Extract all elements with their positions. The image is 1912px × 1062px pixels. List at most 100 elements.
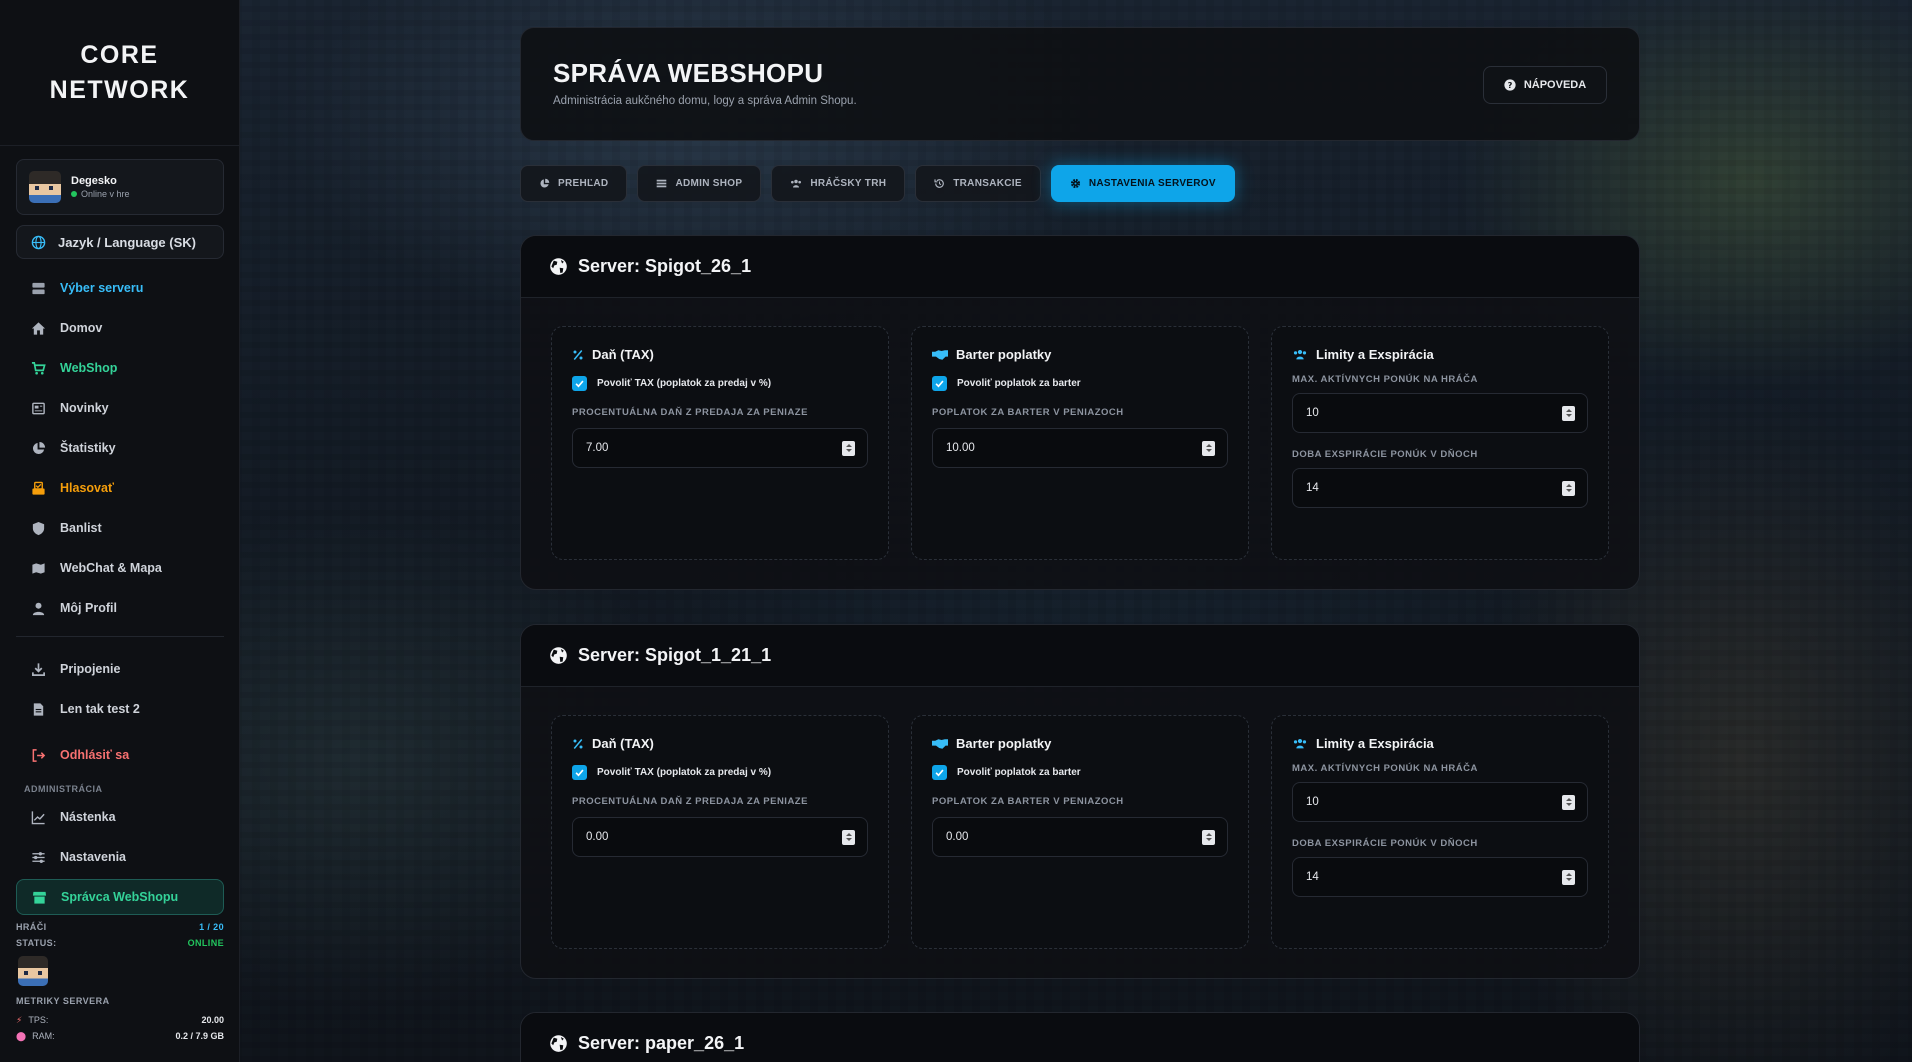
player-head-avatar[interactable] [18, 956, 48, 986]
user-name: Degesko [71, 175, 117, 187]
globe-icon [31, 235, 46, 250]
number-spinner-icon[interactable] [1562, 869, 1575, 885]
sidebar-item-stats[interactable]: Štatistiky [16, 428, 224, 468]
users-icon [790, 178, 802, 189]
server-icon [30, 280, 46, 296]
brain-icon: ⬤ [16, 1030, 27, 1041]
barter-enable-checkbox[interactable] [932, 376, 947, 391]
number-spinner-icon[interactable] [1562, 405, 1575, 421]
sidebar-item-test[interactable]: Len tak test 2 [16, 689, 224, 729]
home-icon [30, 320, 46, 336]
download-icon [30, 661, 46, 677]
sidebar-item-webshop-admin[interactable]: Správca WebShopu [16, 879, 224, 915]
sidebar-item-banlist[interactable]: Banlist [16, 508, 224, 548]
number-spinner-icon[interactable] [1562, 794, 1575, 810]
tax-percent-label: PROCENTUÁLNA DAŇ Z PREDAJA ZA PENIAZE [572, 796, 808, 807]
expiry-days-label: DOBA EXSPIRÁCIE PONÚK V DŇOCH [1292, 449, 1478, 460]
barter-fee-input[interactable]: 10.00 [932, 428, 1228, 468]
page-header: SPRÁVA WEBSHOPU Administrácia aukčného d… [520, 27, 1640, 141]
sidebar-item-vote[interactable]: Hlasovať [16, 468, 224, 508]
globe-icon [549, 646, 568, 665]
admin-section-label: ADMINISTRÁCIA [24, 784, 103, 794]
number-spinner-icon[interactable] [1562, 480, 1575, 496]
sidebar-item-logout[interactable]: Odhlásiť sa [16, 735, 224, 775]
sidebar-item-dashboard[interactable]: Nástenka [16, 797, 224, 837]
globe-icon [549, 257, 568, 276]
help-button[interactable]: ? NÁPOVEDA [1483, 66, 1607, 104]
server-card-header: Server: paper_26_1 [521, 1013, 1639, 1062]
tax-percent-input[interactable]: 0.00 [572, 817, 868, 857]
tab-transactions[interactable]: TRANSAKCIE [915, 165, 1041, 202]
server-title: Server: paper_26_1 [578, 1033, 745, 1053]
ram-metric: ⬤ RAM: 0.2 / 7.9 GB [16, 1030, 224, 1042]
tax-enable-checkbox[interactable] [572, 376, 587, 391]
handshake-icon [932, 349, 948, 361]
metrics-title: METRIKY SERVERA [16, 996, 110, 1006]
server-card: Server: Spigot_26_1 Daň (TAX) Povoliť TA… [520, 235, 1640, 590]
expiry-days-label: DOBA EXSPIRÁCIE PONÚK V DŇOCH [1292, 838, 1478, 849]
map-icon [30, 560, 46, 576]
page-title: SPRÁVA WEBSHOPU [553, 58, 824, 88]
language-button[interactable]: Jazyk / Language (SK) [16, 225, 224, 259]
tax-percent-input[interactable]: 7.00 [572, 428, 868, 468]
max-offers-input[interactable]: 10 [1292, 393, 1588, 433]
max-offers-input[interactable]: 10 [1292, 782, 1588, 822]
sidebar-item-home[interactable]: Domov [16, 308, 224, 348]
user-status: Online v hre [71, 189, 130, 199]
max-offers-label: MAX. AKTÍVNYCH PONÚK NA HRÁČA [1292, 763, 1478, 774]
barter-enable-label: Povoliť poplatok za barter [957, 378, 1081, 389]
tab-overview[interactable]: PREHĽAD [520, 165, 628, 202]
user-icon [30, 600, 46, 616]
user-card[interactable]: Degesko Online v hre [16, 159, 224, 215]
globe-icon [549, 1034, 568, 1053]
players-row: HRÁČI 1 / 20 [16, 921, 224, 932]
line-chart-icon [30, 809, 46, 825]
barter-fee-label: POPLATOK ZA BARTER V PENIAZOCH [932, 407, 1124, 418]
number-spinner-icon[interactable] [1202, 440, 1215, 456]
users-icon [1292, 348, 1308, 361]
server-card: Server: paper_26_1 [520, 1012, 1640, 1062]
max-offers-label: MAX. AKTÍVNYCH PONÚK NA HRÁČA [1292, 374, 1478, 385]
number-spinner-icon[interactable] [1202, 829, 1215, 845]
number-spinner-icon[interactable] [842, 829, 855, 845]
list-icon [656, 178, 667, 189]
online-dot-icon [71, 191, 77, 197]
handshake-icon [932, 738, 948, 750]
barter-fee-label: POPLATOK ZA BARTER V PENIAZOCH [932, 796, 1124, 807]
number-spinner-icon[interactable] [842, 440, 855, 456]
server-title: Server: Spigot_1_21_1 [578, 645, 772, 665]
tax-enable-checkbox[interactable] [572, 765, 587, 780]
sidebar-item-server-select[interactable]: Výber serveru [16, 268, 224, 308]
expiry-days-input[interactable]: 14 [1292, 857, 1588, 897]
avatar [29, 171, 61, 203]
sidebar-item-webshop[interactable]: WebShop [16, 348, 224, 388]
barter-panel: Barter poplatky Povoliť poplatok za bart… [911, 715, 1249, 949]
history-icon [934, 178, 945, 189]
newspaper-icon [30, 400, 46, 416]
tab-server-settings[interactable]: NASTAVENIA SERVEROV [1050, 165, 1235, 202]
sidebar-item-profile[interactable]: Môj Profil [16, 588, 224, 628]
server-stats: HRÁČI 1 / 20 STATUS: ONLINE METRIKY SERV… [16, 917, 224, 1044]
tab-admin-shop[interactable]: ADMIN SHOP [637, 165, 762, 202]
brand-logo[interactable]: CORE NETWORK [0, 0, 239, 146]
shield-icon [30, 520, 46, 536]
server-card-header: Server: Spigot_26_1 [521, 236, 1639, 298]
barter-enable-checkbox[interactable] [932, 765, 947, 780]
percent-icon [572, 349, 584, 361]
limits-panel: Limity a Exspirácia MAX. AKTÍVNYCH PONÚK… [1271, 326, 1609, 560]
tab-player-market[interactable]: HRÁČSKY TRH [771, 165, 906, 202]
tab-bar: PREHĽAD ADMIN SHOP HRÁČSKY TRH TRANSAKCI… [520, 165, 1235, 202]
sidebar-item-news[interactable]: Novinky [16, 388, 224, 428]
sidebar-item-settings[interactable]: Nastavenia [16, 837, 224, 877]
sidebar-item-connect[interactable]: Pripojenie [16, 649, 224, 689]
users-icon [1292, 737, 1308, 750]
barter-fee-input[interactable]: 0.00 [932, 817, 1228, 857]
cart-icon [30, 360, 46, 376]
sidebar: CORE NETWORK Degesko Online v hre Jazyk /… [0, 0, 240, 1062]
bolt-icon: ⚡ [16, 1014, 23, 1025]
barter-panel: Barter poplatky Povoliť poplatok za bart… [911, 326, 1249, 560]
sidebar-item-webchat[interactable]: WebChat & Mapa [16, 548, 224, 588]
sidebar-divider [16, 636, 224, 637]
file-icon [30, 701, 46, 717]
expiry-days-input[interactable]: 14 [1292, 468, 1588, 508]
